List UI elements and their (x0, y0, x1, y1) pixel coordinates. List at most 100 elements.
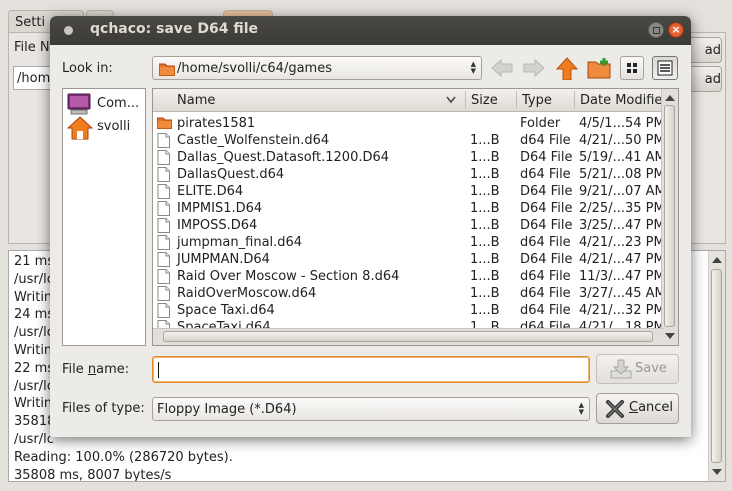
cancel-button[interactable]: Cancel (596, 393, 679, 424)
scroll-down-icon[interactable] (665, 333, 675, 340)
file-type: D64 File (520, 218, 573, 233)
file-name: JUMPMAN.D64 (177, 252, 270, 267)
background-button-2-label: ad (704, 72, 721, 87)
file-type: d64 File (520, 269, 571, 284)
list-view-icon (657, 60, 673, 76)
vertical-scroll-thumb[interactable] (664, 105, 675, 327)
file-name-input[interactable] (152, 356, 590, 383)
file-row[interactable]: RaidOverMoscow.d64 1...B d64 File 3/27/...4… (153, 285, 666, 302)
file-type-combo[interactable]: Floppy Image (*.D64) ▲ ▼ (152, 397, 590, 421)
log-line: /usr/lc (14, 271, 54, 287)
combo-arrows-icon: ▲ ▼ (470, 60, 476, 75)
file-name: jumpman_final.d64 (177, 235, 303, 250)
look-in-path: /home/svolli/c64/games (177, 61, 332, 76)
file-row[interactable]: DallasQuest.d64 1...B d64 File 5/21/...08 P… (153, 166, 665, 183)
file-date: 4/21/...32 PM (579, 303, 665, 318)
sidebar-item-label: svolli (97, 119, 131, 134)
cancel-x-icon (606, 400, 624, 418)
folder-icon (159, 63, 175, 76)
file-list-vertical-scrollbar[interactable] (661, 89, 678, 345)
file-row[interactable]: IMPMIS1.D64 1...B D64 File 2/25/...35 PM (153, 200, 665, 217)
file-name-label: File name: (62, 362, 130, 377)
column-date[interactable]: Date Modifie (580, 93, 662, 108)
file-type: D64 File (520, 184, 573, 199)
log-line: 22 ms (14, 360, 55, 376)
file-row[interactable]: pirates1581 Folder 4/5/1...54 PM (153, 115, 665, 133)
file-type: d64 File (520, 286, 571, 301)
scroll-up-icon[interactable] (665, 94, 675, 101)
grid-view-icon (627, 63, 637, 73)
file-name: ELITE.D64 (177, 184, 244, 199)
file-type-value: Floppy Image (*.D64) (157, 402, 297, 417)
computer-icon (67, 93, 91, 115)
log-line: /usr/lc (14, 432, 54, 447)
detail-view-button[interactable] (652, 56, 678, 80)
file-size: 1...B (470, 150, 500, 165)
file-row[interactable]: IMPOSS.D64 1...B D64 File 3/25/...47 PM (153, 217, 665, 234)
scroll-down-icon[interactable] (712, 469, 722, 475)
column-name[interactable]: Name (177, 93, 215, 108)
save-dialog: qchaco: save D64 file × Look in: /home/s… (50, 16, 691, 437)
new-folder-icon[interactable] (586, 56, 614, 80)
file-name: IMPMIS1.D64 (177, 201, 263, 216)
background-button-1[interactable]: ad (686, 37, 722, 63)
folder-icon (156, 116, 173, 133)
file-date: 2/25/...35 PM (579, 201, 665, 216)
maximize-icon[interactable] (648, 22, 664, 38)
file-row[interactable]: ELITE.D64 1...B D64 File 9/21/...07 AM (153, 183, 666, 200)
file-row[interactable]: Castle_Wolfenstein.d64 1...B d64 File 4/21/… (153, 132, 665, 149)
look-in-combo[interactable]: /home/svolli/c64/games ▲ ▼ (152, 56, 482, 80)
window-menu-icon[interactable] (64, 26, 73, 35)
log-scroll-thumb[interactable] (711, 269, 722, 463)
file-row[interactable]: jumpman_final.d64 1...B d64 File 4/21/...23… (153, 234, 665, 251)
file-size: 1...B (470, 167, 500, 182)
file-row[interactable]: JUMPMAN.D64 1...B D64 File 4/21/...47 PM (153, 251, 665, 268)
dialog-titlebar[interactable]: qchaco: save D64 file × (50, 16, 691, 45)
icon-view-button[interactable] (620, 56, 644, 80)
file-row[interactable]: Raid Over Moscow - Section 8.d64 1...B d64… (153, 268, 665, 285)
column-divider[interactable] (574, 91, 575, 109)
scroll-up-icon[interactable] (712, 257, 722, 263)
horizontal-scroll-thumb[interactable] (163, 331, 653, 342)
column-divider[interactable] (516, 91, 517, 109)
forward-arrow-icon[interactable] (520, 56, 548, 80)
file-name: DallasQuest.d64 (177, 167, 285, 182)
file-size: 1...B (470, 133, 500, 148)
sidebar-item-computer[interactable]: Com... (67, 93, 143, 115)
file-type: D64 File (520, 252, 573, 267)
back-arrow-icon[interactable] (488, 56, 516, 80)
file-list[interactable]: Name Size Type Date Modifie pirates1581 F… (152, 88, 679, 346)
file-list-horizontal-scrollbar[interactable] (153, 328, 663, 345)
text-caret (158, 362, 159, 378)
file-size: 1...B (470, 218, 500, 233)
combo-arrows-icon: ▲ ▼ (578, 401, 584, 416)
file-type: d64 File (520, 235, 571, 250)
sort-chevron-icon[interactable] (446, 96, 456, 104)
save-button[interactable]: Save (596, 354, 679, 384)
file-type: D64 File (520, 201, 573, 216)
file-date: 11/3/...47 PM (579, 269, 665, 284)
column-type[interactable]: Type (522, 93, 552, 108)
file-date: 5/19/...41 AM (579, 150, 666, 165)
column-divider[interactable] (465, 91, 466, 109)
column-size[interactable]: Size (471, 93, 498, 108)
log-line: /usr/lc (14, 325, 54, 341)
close-icon[interactable]: × (668, 22, 684, 38)
file-name: Space Taxi.d64 (177, 303, 275, 318)
parent-directory-icon[interactable] (553, 56, 581, 80)
log-line: 21 ms (14, 254, 55, 269)
log-line: Writin (14, 343, 53, 358)
home-folder-icon (67, 116, 93, 140)
file-row[interactable]: Dallas_Quest.Datasoft.1200.D64 1...B D64 F… (153, 149, 666, 166)
file-row[interactable]: Space Taxi.d64 1...B d64 File 4/21/...32 PM (153, 302, 665, 319)
sidebar-item-label: Com... (97, 96, 140, 111)
background-button-2[interactable]: ad (686, 66, 722, 92)
sidebar-item-home[interactable]: svolli (67, 116, 143, 140)
save-button-label: Save (635, 361, 667, 376)
log-scrollbar[interactable] (708, 251, 725, 481)
log-line: 24 ms (14, 307, 55, 323)
background-button-1-label: ad (704, 43, 721, 58)
save-download-icon (610, 359, 632, 379)
file-date: 3/27/...45 AM (579, 286, 666, 301)
cancel-button-label: Cancel (629, 400, 674, 415)
